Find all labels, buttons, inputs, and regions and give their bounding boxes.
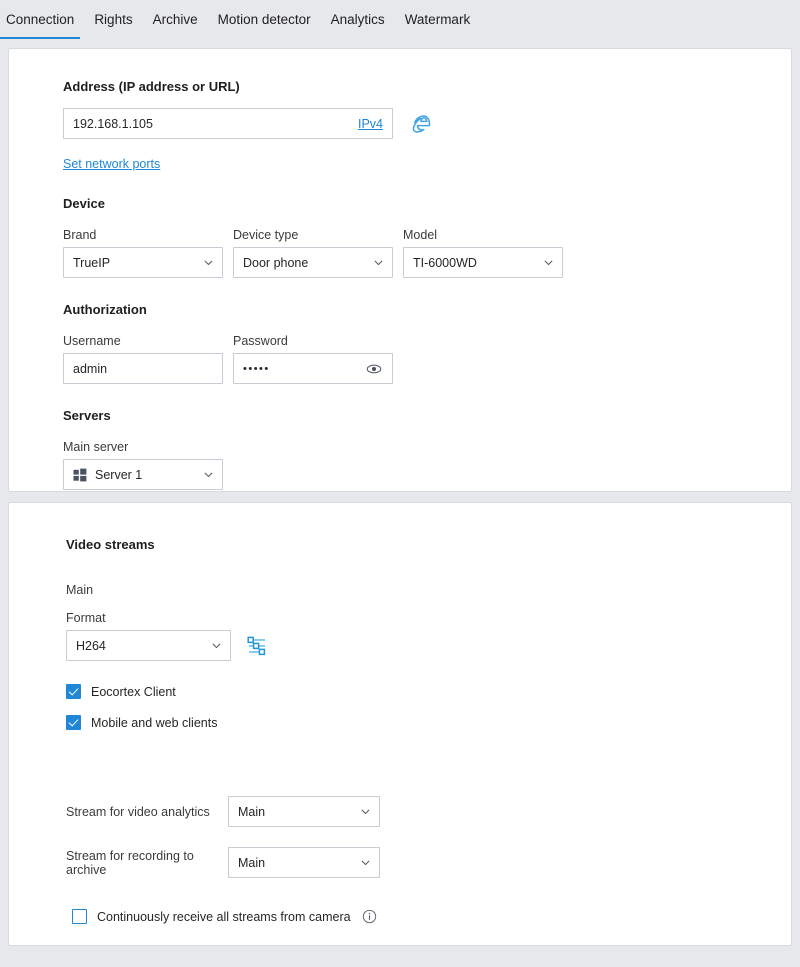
analytics-stream-select[interactable]: Main [228, 796, 380, 827]
analytics-stream-value: Main [238, 804, 266, 819]
active-tab-indicator [0, 36, 81, 39]
video-streams-title: Video streams [66, 537, 155, 552]
device-type-select[interactable]: Door phone [233, 247, 393, 278]
ip-version-link[interactable]: IPv4 [358, 117, 383, 131]
set-network-ports-link[interactable]: Set network ports [63, 157, 160, 171]
eye-icon[interactable] [365, 360, 383, 378]
tab-analytics[interactable]: Analytics [321, 0, 395, 48]
brand-select[interactable]: TrueIP [63, 247, 223, 278]
servers-section-title: Servers [63, 408, 111, 423]
model-value: TI-6000WD [413, 255, 477, 270]
eocortex-client-checkbox-row[interactable]: Eocortex Client [66, 684, 745, 699]
panel-divider [0, 492, 800, 502]
password-input[interactable]: ••••• [233, 353, 393, 384]
chevron-down-icon [360, 857, 371, 868]
continuous-streams-checkbox-row[interactable]: Continuously receive all streams from ca… [72, 909, 745, 924]
address-input[interactable]: 192.168.1.105 IPv4 [63, 108, 393, 139]
tab-connection-label: Connection [6, 12, 75, 27]
eocortex-client-checkbox[interactable] [66, 684, 81, 699]
main-stream-label: Main [66, 583, 94, 597]
archive-stream-value: Main [238, 855, 266, 870]
password-value: ••••• [243, 362, 270, 375]
connection-panel: Address (IP address or URL) 192.168.1.10… [8, 48, 792, 492]
sliders-icon[interactable] [246, 635, 268, 657]
tab-list: Connection Rights Archive Motion detecto… [0, 0, 480, 48]
info-icon[interactable] [362, 909, 377, 924]
format-label: Format [66, 611, 106, 625]
chevron-down-icon [373, 257, 384, 268]
username-input[interactable]: admin [63, 353, 223, 384]
main-server-select[interactable]: Server 1 [63, 459, 223, 490]
model-select[interactable]: TI-6000WD [403, 247, 563, 278]
username-label: Username [63, 334, 121, 348]
device-type-label: Device type [233, 228, 299, 242]
format-value: H264 [76, 638, 106, 653]
tab-motion-detector[interactable]: Motion detector [208, 0, 321, 48]
tab-watermark[interactable]: Watermark [395, 0, 481, 48]
format-select[interactable]: H264 [66, 630, 231, 661]
device-section-title: Device [63, 196, 105, 211]
chevron-down-icon [543, 257, 554, 268]
mobile-web-clients-label: Mobile and web clients [91, 715, 218, 730]
mobile-web-clients-checkbox[interactable] [66, 715, 81, 730]
chevron-down-icon [360, 806, 371, 817]
tab-motion-detector-label: Motion detector [217, 12, 311, 27]
brand-value: TrueIP [73, 255, 111, 270]
grid-icon [73, 468, 87, 482]
tab-bar: Connection Rights Archive Motion detecto… [0, 0, 800, 48]
video-streams-panel: Video streams Main Format H264 Eocortex … [8, 502, 792, 946]
tab-archive-label: Archive [152, 12, 198, 27]
username-value: admin [73, 361, 108, 376]
tab-analytics-label: Analytics [330, 12, 385, 27]
tab-watermark-label: Watermark [404, 12, 471, 27]
authorization-section-title: Authorization [63, 302, 147, 317]
archive-stream-label: Stream for recording to archive [66, 848, 194, 877]
chevron-down-icon [203, 257, 214, 268]
eocortex-client-label: Eocortex Client [91, 684, 176, 699]
tab-connection[interactable]: Connection [0, 0, 84, 48]
continuous-streams-checkbox[interactable] [72, 909, 87, 924]
tab-rights-label: Rights [94, 12, 133, 27]
tab-archive[interactable]: Archive [143, 0, 208, 48]
chevron-down-icon [211, 640, 222, 651]
archive-stream-select[interactable]: Main [228, 847, 380, 878]
brand-label: Brand [63, 228, 97, 242]
address-section-title: Address (IP address or URL) [63, 79, 240, 94]
address-input-value: 192.168.1.105 [73, 116, 153, 131]
mobile-web-clients-checkbox-row[interactable]: Mobile and web clients [66, 715, 745, 730]
analytics-stream-label: Stream for video analytics [66, 804, 210, 819]
main-server-value: Server 1 [95, 467, 143, 482]
main-server-label: Main server [63, 440, 129, 454]
internet-explorer-icon[interactable] [411, 111, 437, 137]
device-type-value: Door phone [243, 255, 309, 270]
model-label: Model [403, 228, 438, 242]
continuous-streams-label: Continuously receive all streams from ca… [97, 909, 351, 924]
chevron-down-icon [203, 469, 214, 480]
password-label: Password [233, 334, 288, 348]
tab-rights[interactable]: Rights [84, 0, 142, 48]
